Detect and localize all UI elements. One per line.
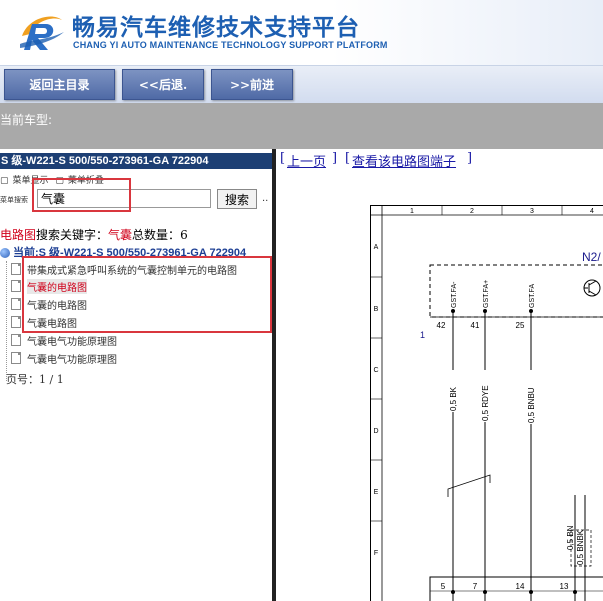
column-number: 1	[410, 208, 414, 215]
pin-number: 7	[473, 582, 478, 591]
app-subtitle: CHANG YI AUTO MAINTENANCE TECHNOLOGY SUP…	[73, 40, 388, 50]
result-prefix: 电路图	[0, 228, 37, 242]
search-label: 菜单搜索	[0, 196, 28, 204]
checkbox-icon[interactable]: ▢	[0, 176, 9, 186]
forward-button[interactable]: >>前进	[211, 69, 293, 100]
row-letter: F	[374, 550, 378, 557]
document-icon	[11, 316, 21, 328]
highlight-box-search	[32, 178, 131, 212]
row-letter: B	[374, 306, 379, 313]
pin-label: GST.FA-	[451, 281, 458, 308]
row-letter: D	[373, 428, 378, 435]
pin-number: 5	[441, 582, 446, 591]
tree-item[interactable]: 气囊电气功能原理图	[11, 350, 117, 366]
search-more[interactable]: ..	[262, 193, 268, 204]
app-header: 畅易汽车维修技术支持平台 CHANG YI AUTO MAINTENANCE T…	[0, 0, 603, 66]
pin-label: GST.FA+	[483, 280, 490, 308]
column-number: 3	[530, 208, 534, 215]
view-terminals-link[interactable]: 查看该电路图端子	[352, 151, 456, 170]
wire-label: 0,5 BN	[566, 525, 575, 550]
document-icon	[11, 263, 21, 275]
car-type-label: 当前车型:	[0, 113, 53, 127]
row-letter: A	[374, 244, 379, 251]
back-button[interactable]: <<后退.	[122, 69, 204, 100]
logo-icon	[20, 16, 64, 50]
result-keyword: 气囊	[108, 228, 133, 242]
search-button[interactable]: 搜索	[217, 189, 257, 209]
wire-label: 0,5 RDYE	[481, 385, 490, 421]
pin-label: GST.FA	[529, 284, 536, 308]
globe-icon	[0, 248, 10, 259]
tree-item[interactable]: 气囊电气功能原理图	[11, 332, 117, 348]
wire-label: 0,5 BNBK	[576, 529, 585, 565]
nav-bar: 返回主目录 <<后退. >>前进	[0, 66, 603, 103]
document-icon	[11, 298, 21, 310]
diagram-panel: [ 上一页 ] [ 查看该电路图端子 ] 1 2 3 4 A B C D E F…	[276, 149, 603, 601]
car-type-bar: 当前车型:	[0, 103, 603, 149]
wire-label: 0,5 BNBU	[527, 387, 536, 423]
component-label: N2/	[582, 250, 601, 264]
column-number: 4	[590, 208, 594, 215]
connector-ref: 1	[420, 330, 425, 340]
search-result-summary: 电路图搜索关键字：气囊总数量：6	[0, 226, 188, 243]
pin-number: 42	[437, 321, 446, 330]
back-to-main-button[interactable]: 返回主目录	[4, 69, 115, 100]
row-letter: E	[374, 489, 379, 496]
highlight-box-results	[22, 256, 272, 333]
page-number: 1 / 1	[39, 373, 64, 386]
document-icon	[11, 334, 21, 346]
pin-number: 41	[471, 321, 480, 330]
prev-page-link[interactable]: 上一页	[287, 151, 326, 170]
pin-number: 25	[516, 321, 525, 330]
document-icon	[11, 352, 21, 364]
document-icon	[11, 280, 21, 292]
pin-number: 14	[516, 582, 525, 591]
column-number: 2	[470, 208, 474, 215]
result-count-label: 总数量：	[132, 228, 181, 242]
row-letter: C	[373, 367, 378, 374]
result-label: 搜索关键字：	[36, 228, 109, 242]
left-panel: S 级-W221-S 500/550-273961-GA 722904 ▢ 菜单显…	[0, 149, 272, 601]
pagination: 页号：1 / 1	[6, 373, 64, 386]
pin-number: 13	[560, 582, 569, 591]
wire-label: 0,5 BK	[449, 386, 458, 411]
app-title: 畅易汽车维修技术支持平台	[72, 15, 360, 41]
model-title: S 级-W221-S 500/550-273961-GA 722904	[0, 153, 272, 169]
result-count: 6	[180, 228, 188, 242]
wiring-diagram[interactable]: 1 2 3 4 A B C D E F N2/ GST.FA- GST.FA+ …	[370, 205, 603, 601]
